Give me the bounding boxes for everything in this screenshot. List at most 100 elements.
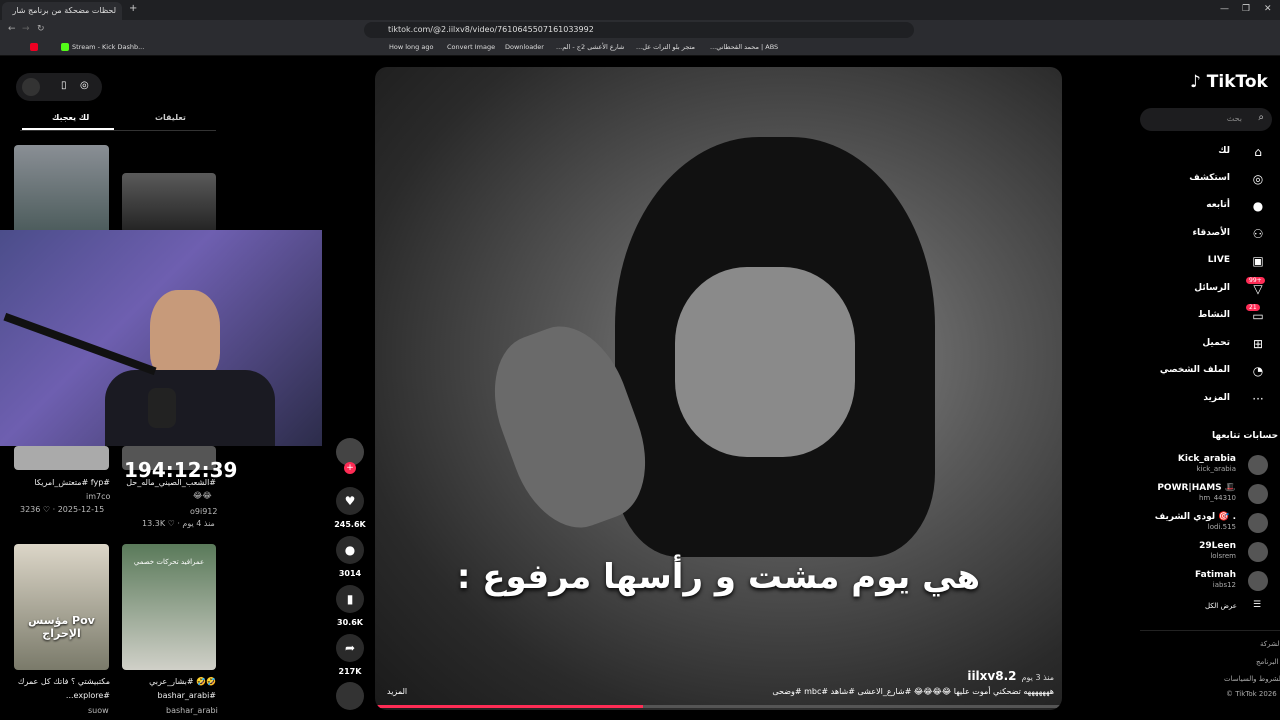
save-button[interactable]: ▮ <box>336 585 364 613</box>
footer-company[interactable]: الشركة <box>1260 640 1280 648</box>
video-author[interactable]: im7co <box>86 492 110 501</box>
video-figure-face <box>675 267 855 457</box>
nav-item-label: النشاط <box>1197 310 1230 320</box>
compass-icon: ◎ <box>1252 172 1264 186</box>
notification-badge: 99+ <box>1246 277 1265 284</box>
back-icon[interactable]: ← <box>8 24 16 34</box>
nav-item-label: الأصدقاء <box>1192 228 1230 238</box>
video-caption[interactable]: #الشعب_الصيني_ماله_حل <box>124 478 216 487</box>
video-author[interactable]: suow <box>88 706 109 715</box>
video-emoji: 😂😂 <box>193 491 212 500</box>
bookmark-downloader[interactable]: Downloader <box>505 43 544 51</box>
nav-item-0[interactable]: لك ⌂ <box>1150 144 1272 162</box>
suggested-video-thumb[interactable]: عمرافيد تحركات خصمي <box>122 544 216 670</box>
suggested-video-thumb[interactable] <box>122 173 216 233</box>
restore-icon[interactable]: ❐ <box>1242 4 1250 14</box>
following-account[interactable]: Kick_arabia kick_arabia <box>1150 454 1272 476</box>
live-icon: ▣ <box>1252 254 1264 268</box>
following-avatar <box>1248 571 1268 591</box>
video-caption[interactable]: مكتبيشتي ؟ فاتك كل عمرك <box>18 677 110 686</box>
tab-comments[interactable]: تعليقات <box>155 113 186 122</box>
nav-item-4[interactable]: LIVE ▣ <box>1150 253 1272 271</box>
home-icon: ⌂ <box>1254 145 1262 159</box>
suggested-video-thumb[interactable]: Pov مؤسس الإحراج <box>14 544 109 670</box>
see-all-link[interactable]: عرض الكل <box>1205 602 1237 610</box>
following-name: Kick_arabia <box>1177 454 1236 464</box>
following-handle: lodi.515 <box>1207 523 1236 531</box>
video-player[interactable]: هي يوم مشت و رأسها مرفوع : iilxv8.2 منذ … <box>375 67 1062 710</box>
video-description: هههههههه تضحكني أموت عليها 😂😂😂😂 #شارع_ال… <box>772 687 1054 696</box>
phone-icon[interactable]: ▯ <box>61 80 67 91</box>
search-input[interactable]: بحث ⌕ <box>1140 108 1272 131</box>
follow-plus-icon[interactable]: + <box>344 462 356 474</box>
following-handle: kick_arabia <box>1196 465 1236 473</box>
video-caption-tags[interactable]: #explore... <box>18 691 110 700</box>
webcam-face <box>150 290 220 380</box>
video-caption-tags[interactable]: #bashar_arabi <box>124 691 216 700</box>
view-toggle[interactable]: ▯ ◎ <box>16 73 102 101</box>
close-window-icon[interactable]: ✕ <box>1264 4 1272 14</box>
nav-item-3[interactable]: الأصدقاء ⚇ <box>1150 226 1272 244</box>
following-name: POWR|HAMS 🎩 <box>1157 483 1236 493</box>
video-progress-bar[interactable] <box>375 705 1062 708</box>
tiktok-logo[interactable]: ♪ TikTok <box>1190 72 1268 92</box>
nav-item-7[interactable]: تحميل ⊞ <box>1150 336 1272 354</box>
nav-item-8[interactable]: الملف الشخصي ◔ <box>1150 363 1272 381</box>
nav-item-1[interactable]: استكشف ◎ <box>1150 171 1272 189</box>
search-placeholder: بحث <box>1226 114 1242 123</box>
toggle-avatar-icon[interactable] <box>22 78 40 96</box>
video-caption[interactable]: #fyp #متعتش_امريكا <box>18 478 110 487</box>
share-button[interactable]: ➦ <box>336 634 364 662</box>
more-icon: ··· <box>1252 392 1264 406</box>
bookmark-series[interactable]: شارع الأعشى 2ج - الم... <box>556 43 624 51</box>
more-link[interactable]: المزيد <box>387 687 407 696</box>
divider <box>1140 630 1280 631</box>
following-account[interactable]: Fatimah iabs12 <box>1150 570 1272 592</box>
bookmark-how-long-ago[interactable]: How long ago <box>389 43 433 51</box>
search-icon[interactable]: ⌕ <box>1258 112 1264 123</box>
following-avatar <box>1248 455 1268 475</box>
comment-button[interactable]: ● <box>336 536 364 564</box>
video-author[interactable]: iilxv8.2 <box>967 669 1016 683</box>
bookmark-icon[interactable] <box>30 43 38 51</box>
bookmark-abs[interactable]: ABS | محمد القحطاني... <box>710 43 778 51</box>
nav-item-5[interactable]: الرسائل ▽ 99+ <box>1150 277 1272 299</box>
footer-program[interactable]: البرنامج <box>1256 658 1278 666</box>
new-tab-button[interactable]: + <box>129 3 137 14</box>
nav-item-label: الرسائل <box>1194 283 1230 293</box>
sound-disc-icon[interactable] <box>336 682 364 710</box>
video-author[interactable]: bashar_arabi <box>166 706 218 715</box>
nav-item-2[interactable]: أتابعه ● <box>1150 198 1272 216</box>
compass-small-icon[interactable]: ◎ <box>80 80 89 91</box>
forward-icon[interactable]: → <box>22 24 30 34</box>
following-handle: iabs12 <box>1212 581 1236 589</box>
browser-tab[interactable]: لحظات مضحكة من برنامج شار <box>2 2 122 20</box>
minimize-icon[interactable]: — <box>1220 4 1229 14</box>
bookmark-convert-image[interactable]: Convert Image <box>447 43 495 51</box>
share-count: 217K <box>338 667 362 676</box>
heart-icon: ♥ <box>344 494 356 508</box>
suggested-video-thumb[interactable] <box>14 446 109 470</box>
bookmark-kick[interactable]: Stream - Kick Dashb... <box>72 43 144 51</box>
video-author[interactable]: o9i912 <box>190 507 217 516</box>
share-icon: ➦ <box>344 641 356 655</box>
reload-icon[interactable]: ↻ <box>37 24 45 34</box>
following-account[interactable]: POWR|HAMS 🎩 hm_44310 <box>1150 483 1272 505</box>
video-caption[interactable]: 🤣🤣 #بشار_عربي <box>124 677 216 686</box>
following-account[interactable]: 29Leen lolsrem <box>1150 541 1272 563</box>
nav-item-9[interactable]: المزيد ··· <box>1150 391 1272 409</box>
webcam-body <box>105 370 275 446</box>
following-account[interactable]: لودي الشريف 🎯 . lodi.515 <box>1150 512 1272 534</box>
like-button[interactable]: ♥ <box>336 487 364 515</box>
footer-terms[interactable]: الشروط والسياسات <box>1224 675 1280 683</box>
kick-icon[interactable] <box>61 43 69 51</box>
nav-item-label: استكشف <box>1189 173 1230 183</box>
suggested-video-thumb[interactable] <box>14 145 109 235</box>
url-text[interactable]: tiktok.com/@2.iilxv8/video/7610645507161… <box>388 25 594 34</box>
streamer-webcam <box>0 230 322 446</box>
upload-icon: ⊞ <box>1252 337 1264 351</box>
bookmark-store[interactable]: متجر بلو الترات عل... <box>636 43 695 51</box>
nav-item-6[interactable]: النشاط ▭ 21 <box>1150 304 1272 326</box>
tab-for-you[interactable]: لك يعجبك <box>52 113 89 122</box>
nav-item-label: المزيد <box>1203 393 1230 403</box>
